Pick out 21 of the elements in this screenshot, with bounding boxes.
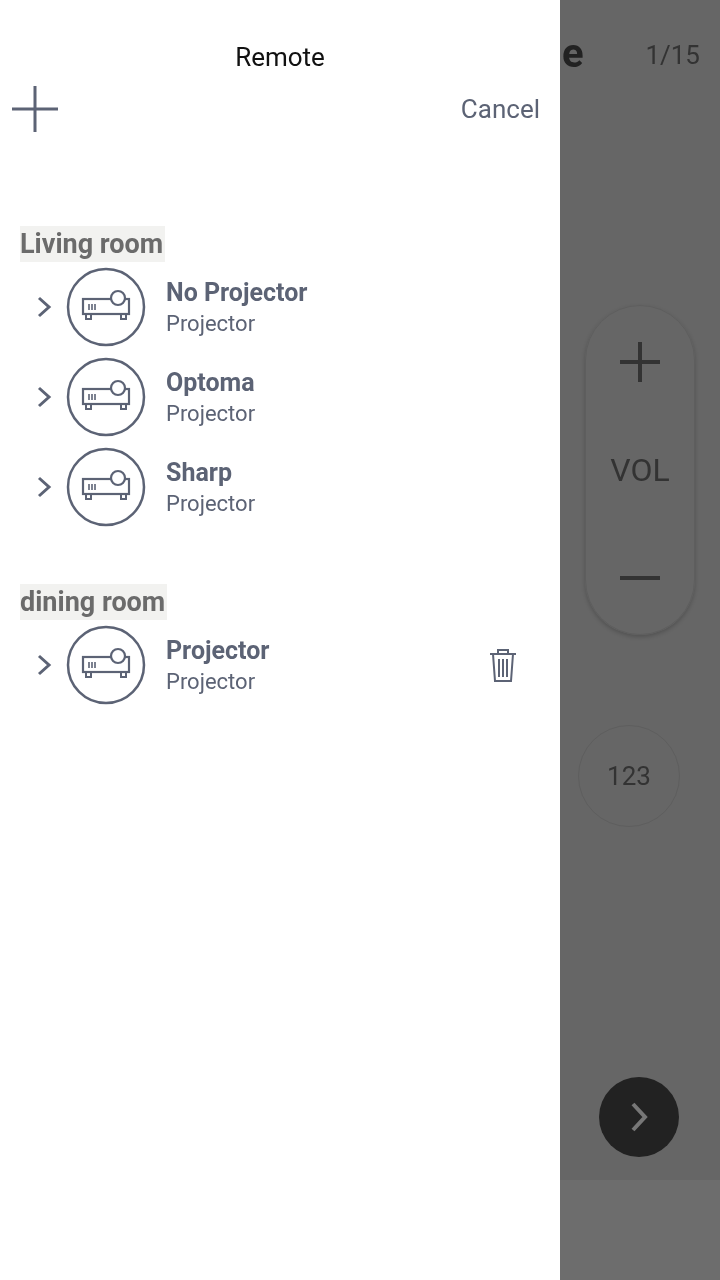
minus-icon (620, 576, 660, 580)
device-name[interactable]: Projector (166, 636, 486, 665)
projector-icon (66, 267, 146, 347)
device-name[interactable]: Optoma (166, 368, 560, 397)
group-header: Living room (20, 226, 166, 262)
plus-icon (10, 84, 60, 134)
device-type: Projector (166, 311, 257, 336)
group-header: dining room (20, 584, 168, 620)
drawer-title: Remote (235, 42, 325, 72)
screen-title: e (562, 34, 584, 74)
projector-icon (66, 625, 146, 705)
plus-icon (618, 340, 662, 384)
add-button[interactable] (10, 84, 60, 134)
projector-icon (66, 357, 146, 437)
device-type: Projector (166, 669, 257, 694)
cancel-button[interactable]: Cancel (460, 94, 540, 124)
projector-icon (66, 447, 146, 527)
device-type: Projector (166, 401, 257, 426)
device-name[interactable]: No Projector (166, 278, 560, 307)
device-type: Projector (166, 491, 257, 516)
device-name[interactable]: Sharp (166, 458, 560, 487)
